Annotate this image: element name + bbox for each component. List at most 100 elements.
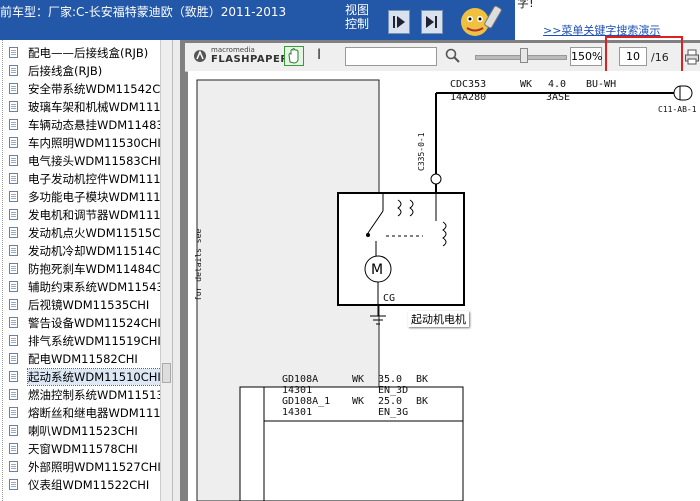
tree-item-label: 多功能电子模块WDM1115 xyxy=(28,190,160,204)
last-page-button[interactable] xyxy=(421,10,443,34)
document-icon xyxy=(9,137,18,148)
vehicle-title: 前车型：厂家:C-长安福特蒙迪欧（致胜）2011-2013 xyxy=(0,5,287,19)
print-icon[interactable] xyxy=(685,49,699,65)
wire-base: 3ASE xyxy=(546,92,571,103)
document-icon xyxy=(9,65,18,76)
document-icon xyxy=(9,155,18,166)
wire-row-size: 35.0 xyxy=(378,374,403,385)
tree-item[interactable]: 配电WDM11582CHI xyxy=(0,350,160,368)
document-icon xyxy=(9,119,18,130)
document-tree: 配电——后接线盒(RJB) 后接线盒(RJB) 安全带系统WDM11542C 玻璃车架… xyxy=(0,40,160,501)
header-bar: 前车型：厂家:C-长安福特蒙迪欧（致胜）2011-2013 视图控制 字! >>… xyxy=(0,0,700,40)
view-control-label: 视图控制 xyxy=(345,3,370,31)
next-page-button[interactable] xyxy=(388,10,410,34)
ground-label: CG xyxy=(383,293,396,304)
tree-item-label: 发动机点火WDM11515C xyxy=(28,226,160,240)
tree-item[interactable]: 熔断丝和继电器WDM1115 xyxy=(0,404,160,422)
document-icon xyxy=(9,335,18,346)
tree-item[interactable]: 警告设备WDM11524CHI xyxy=(0,314,160,332)
tree-item-label: 后接线盒(RJB) xyxy=(28,64,103,78)
tree-item[interactable]: 起动系统WDM11510CHI xyxy=(0,368,160,386)
tree-item-label: 熔断丝和继电器WDM1115 xyxy=(28,406,160,420)
wire-row-id: GD108A xyxy=(282,374,319,385)
wire-code: 14A280 xyxy=(450,92,487,103)
wire-row-id: 14301 xyxy=(282,385,313,396)
tree-item[interactable]: 安全带系统WDM11542C xyxy=(0,80,160,98)
vertical-connector-label: C335-0-1 xyxy=(417,132,426,171)
zoom-slider-thumb[interactable] xyxy=(520,48,529,63)
tree-item[interactable]: 喇叭WDM11523CHI xyxy=(0,422,160,440)
tree-item-label: 电气接头WDM11583CHI xyxy=(28,154,160,168)
wiring-schematic: M xyxy=(196,79,693,501)
tree-item-label: 玻璃车架和机械WDM1115 xyxy=(28,100,160,114)
flashpaper-toolbar: macromedia FLASHPAPER I 150% 10 /16 xyxy=(185,36,700,74)
document-icon xyxy=(9,443,18,454)
tree-item-label: 仪表组WDM11522CHI xyxy=(28,478,150,492)
tree-item[interactable]: 排气系统WDM11519CHI xyxy=(0,332,160,350)
tree-item-label: 辅助约束系统WDM11543 xyxy=(28,280,160,294)
tree-item[interactable]: 辅助约束系统WDM11543 xyxy=(0,278,160,296)
document-icon xyxy=(9,173,18,184)
tree-item[interactable]: 电子发动机控件WDM1115 xyxy=(0,170,160,188)
tree-item-label: 发电机和调节器WDM1115 xyxy=(28,208,160,222)
document-icon xyxy=(9,83,18,94)
tree-item[interactable]: 后接线盒(RJB) xyxy=(0,62,160,80)
wire-row-color: BK xyxy=(416,396,429,407)
tree-item[interactable]: 车内照明WDM11530CHI xyxy=(0,134,160,152)
tree-item[interactable]: 外部照明WDM11527CHI xyxy=(0,458,160,476)
hand-tool-button[interactable] xyxy=(284,46,304,66)
document-icon xyxy=(9,101,18,112)
svg-text:M: M xyxy=(371,262,383,278)
zoom-input[interactable]: 150% xyxy=(570,47,602,66)
flashpaper-logo-icon xyxy=(194,50,206,62)
tree-item[interactable]: 玻璃车架和机械WDM1115 xyxy=(0,98,160,116)
text-select-tool[interactable]: I xyxy=(317,47,321,63)
play-next-icon xyxy=(393,16,405,28)
tree-item[interactable]: 仪表组WDM11522CHI xyxy=(0,476,160,494)
wire-row-size: EN_3G xyxy=(378,407,409,418)
tree-item[interactable]: 防抱死刹车WDM11484C xyxy=(0,260,160,278)
document-icon xyxy=(9,479,18,490)
wire-row-wk: WK xyxy=(352,374,365,385)
wire-row-wk: WK xyxy=(352,396,365,407)
scrollbar-thumb[interactable] xyxy=(162,363,171,383)
tree-item[interactable]: 发动机点火WDM11515C xyxy=(0,224,160,242)
document-icon xyxy=(9,317,18,328)
tree-item[interactable]: 天窗WDM11578CHI xyxy=(0,440,160,458)
wire-row-id: 14301 xyxy=(282,407,313,418)
page-total: /16 xyxy=(651,51,669,64)
tree-item[interactable]: 配电——后接线盒(RJB) xyxy=(0,44,160,62)
hand-icon xyxy=(288,48,299,64)
tree-item-label: 车内照明WDM11530CHI xyxy=(28,136,160,150)
tree-item[interactable]: 电气接头WDM11583CHI xyxy=(0,152,160,170)
tree-item-label: 燃油控制系统WDM11513 xyxy=(28,388,160,402)
ad-banner: 字! >>菜单关键字搜索演示 xyxy=(515,0,700,40)
document-icon xyxy=(9,407,18,418)
tree-item-label: 起动系统WDM11510CHI xyxy=(27,368,160,386)
tree-item-label: 天窗WDM11578CHI xyxy=(28,442,138,456)
document-icon xyxy=(9,353,18,364)
document-icon xyxy=(9,281,18,292)
tree-item[interactable]: 发动机冷却WDM11514C xyxy=(0,242,160,260)
connector-label: C11-AB-1 xyxy=(658,105,697,114)
side-note: for details see xyxy=(194,228,203,301)
wire-row-color: BK xyxy=(416,374,429,385)
wire-row-size: 25.0 xyxy=(378,396,403,407)
tree-item[interactable]: 车辆动态悬挂WDM11483 xyxy=(0,116,160,134)
skip-next-icon xyxy=(426,16,437,28)
page-number-input[interactable]: 10 xyxy=(619,47,647,66)
search-icon[interactable] xyxy=(445,48,461,64)
brand-name: FLASHPAPER xyxy=(211,54,289,65)
find-input[interactable] xyxy=(345,47,437,66)
mascot-image xyxy=(445,0,515,40)
tree-item-label: 电子发动机控件WDM1115 xyxy=(28,172,160,186)
tree-item[interactable]: 发电机和调节器WDM1115 xyxy=(0,206,160,224)
tree-item[interactable]: 后视镜WDM11535CHI xyxy=(0,296,160,314)
document-icon xyxy=(9,461,18,472)
wire-wk: WK xyxy=(520,79,533,90)
tree-item[interactable]: 多功能电子模块WDM1115 xyxy=(0,188,160,206)
tree-item-label: 警告设备WDM11524CHI xyxy=(28,316,160,330)
tree-item[interactable]: 燃油控制系统WDM11513 xyxy=(0,386,160,404)
tree-item-label: 后视镜WDM11535CHI xyxy=(28,298,150,312)
wire-row-size: EN_3D xyxy=(378,385,409,396)
